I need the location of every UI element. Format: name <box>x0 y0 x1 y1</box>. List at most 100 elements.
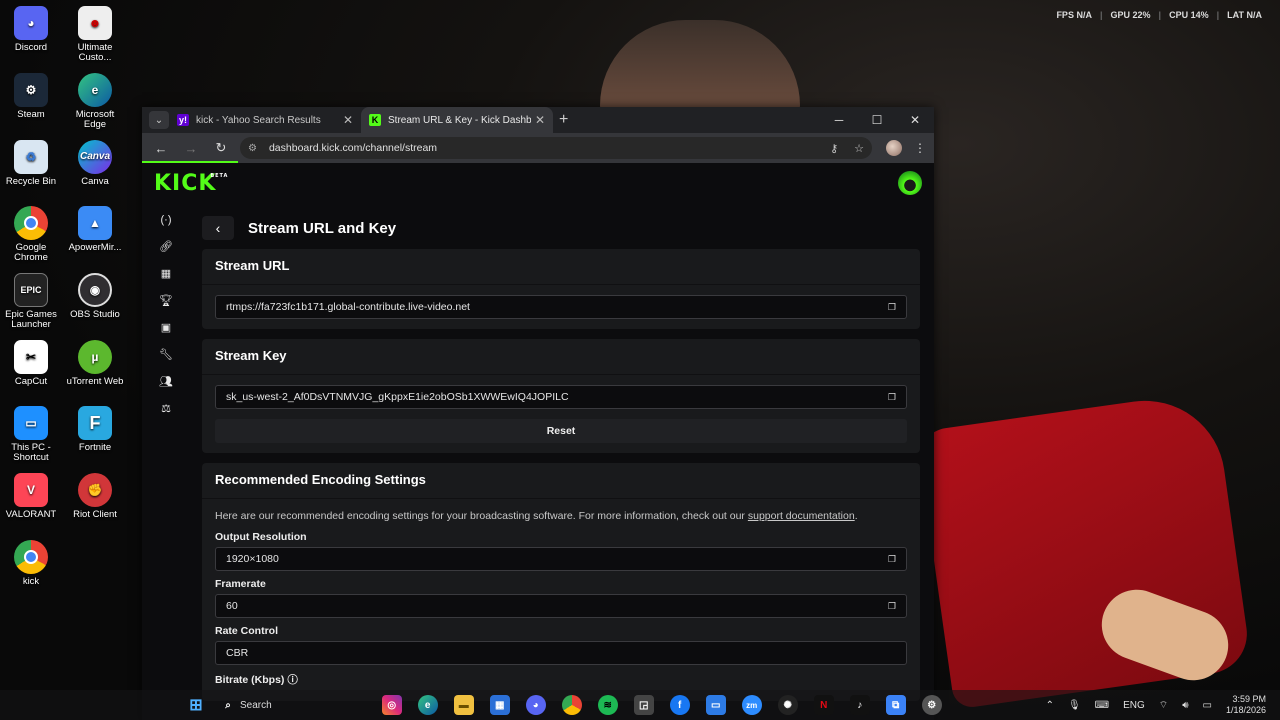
reload-icon[interactable]: ↻ <box>210 140 232 156</box>
riot-client-icon: ✊ <box>78 473 112 507</box>
field-label: Bitrate (Kbps) ⓘ <box>215 674 298 686</box>
desktop-icon-discord[interactable]: ◕ Discord <box>0 6 62 53</box>
steam-icon: ⚙ <box>14 73 48 107</box>
tab-yahoo-search[interactable]: y! kick - Yahoo Search Results ✕ <box>169 107 361 133</box>
close-icon[interactable]: ✕ <box>343 113 353 127</box>
page-heading: ‹ Stream URL and Key <box>202 209 920 247</box>
stream-url-field[interactable]: rtmps://fa723fc1b171.global-contribute.l… <box>215 295 907 319</box>
profile-avatar[interactable] <box>886 140 902 156</box>
snipping-tool-icon[interactable]: ⧉ <box>885 695 906 715</box>
desktop-icon-epic-games[interactable]: EPIC Epic Games Launcher <box>0 273 62 330</box>
maximize-button[interactable]: ☐ <box>858 107 896 133</box>
keyboard-icon[interactable]: ⌨ <box>1095 700 1109 711</box>
encoding-description: Here are our recommended encoding settin… <box>215 510 858 522</box>
forward-arrow-icon[interactable]: → <box>180 141 202 156</box>
community-icon[interactable]: 👥︎ <box>152 371 180 392</box>
copy-icon[interactable]: ❐ <box>888 554 896 565</box>
user-avatar[interactable] <box>898 171 922 195</box>
desktop-icon-edge[interactable]: e Microsoft Edge <box>64 73 126 130</box>
desktop-icon-riot-client[interactable]: ✊ Riot Client <box>64 473 126 520</box>
store-icon[interactable]: ▦ <box>489 695 510 715</box>
desktop-icon-apowermirror[interactable]: ▲ ApowerMir... <box>64 206 126 253</box>
new-tab-button[interactable]: + <box>559 111 568 129</box>
desktop-icon-chrome[interactable]: Google Chrome <box>0 206 62 263</box>
screen-icon[interactable]: ▭ <box>705 695 726 715</box>
language-indicator[interactable]: ENG <box>1123 700 1145 711</box>
desktop-icon-steam[interactable]: ⚙ Steam <box>0 73 62 120</box>
bookmark-star-icon[interactable]: ☆ <box>854 142 864 155</box>
trophy-icon[interactable]: 🏆︎ <box>152 290 180 311</box>
windows-start-icon[interactable]: ⊞ <box>186 695 206 715</box>
moderation-icon[interactable]: ⚖ <box>152 398 180 419</box>
taskbar-search[interactable]: Search <box>240 700 272 711</box>
back-button[interactable]: ‹ <box>202 216 234 240</box>
desktop-icon-ultimate-custom[interactable]: ☻ Ultimate Custo... <box>64 6 126 63</box>
chatgpt-icon[interactable]: ✺ <box>777 695 798 715</box>
desktop-icon-canva[interactable]: Canva Canva <box>64 140 126 187</box>
more-menu-icon[interactable]: ⋮ <box>914 141 926 155</box>
clock[interactable]: 3:59 PM 1/18/2026 <box>1226 694 1266 716</box>
desktop-icon-this-pc[interactable]: ▭ This PC - Shortcut <box>0 406 62 463</box>
rate-control-field[interactable]: CBR <box>215 641 907 665</box>
instagram-icon[interactable]: ◎ <box>381 695 402 715</box>
search-icon[interactable]: ⌕ <box>218 695 238 715</box>
cast-icon[interactable]: ◲ <box>633 695 654 715</box>
copy-icon[interactable]: ❐ <box>888 392 896 403</box>
stream-key-card: Stream Key sk_us-west-2_Af0DsVTNMVJG_gKp… <box>202 339 920 453</box>
tab-stream-url-key[interactable]: K Stream URL & Key - Kick Dashb ✕ <box>361 107 553 133</box>
desktop-icon-valorant[interactable]: V VALORANT <box>0 473 62 520</box>
discord-icon[interactable]: ◕ <box>525 695 546 715</box>
address-bar[interactable]: ⚙ dashboard.kick.com/channel/stream ⚷ ☆ <box>240 137 872 159</box>
desktop-icon-kick[interactable]: kick <box>0 540 62 587</box>
chevron-down-icon: ⌄ <box>154 114 164 126</box>
kick-logo[interactable]: KICK BETA <box>154 171 227 196</box>
output-resolution-field[interactable]: 1920×1080 ❐ <box>215 547 907 571</box>
tiktok-icon[interactable]: ♪ <box>849 695 870 715</box>
stream-key-field[interactable]: sk_us-west-2_Af0DsVTNMVJG_gKppxE1ie2obOS… <box>215 385 907 409</box>
field-label: Output Resolution <box>215 531 307 543</box>
analytics-icon[interactable]: ▦ <box>152 263 180 284</box>
desktop-icon-utorrent[interactable]: µ uTorrent Web <box>64 340 126 387</box>
copy-icon[interactable]: ❐ <box>888 601 896 612</box>
microphone-icon[interactable]: 🎙︎ <box>1068 700 1081 711</box>
close-window-button[interactable]: ✕ <box>896 107 934 133</box>
kick-dashboard-page: KICK BETA (·) 🔗︎ ▦ 🏆︎ ▣ 🔧︎ 👥︎ ⚖ ‹ Stream … <box>142 163 934 720</box>
zoom-icon[interactable]: zm <box>741 695 762 715</box>
support-documentation-link[interactable]: support documentation <box>748 510 855 522</box>
copy-icon[interactable]: ❐ <box>888 302 896 313</box>
link-icon[interactable]: 🔗︎ <box>152 236 180 257</box>
framerate-field[interactable]: 60 ❐ <box>215 594 907 618</box>
chevron-up-icon[interactable]: ⌃ <box>1046 700 1054 711</box>
file-explorer-icon[interactable]: ▬ <box>453 695 474 715</box>
kick-topbar: KICK BETA <box>142 163 934 203</box>
chrome-icon[interactable] <box>561 695 582 715</box>
reset-button[interactable]: Reset <box>215 419 907 443</box>
chevron-left-icon: ‹ <box>215 220 221 236</box>
site-info-icon[interactable]: ⚙ <box>248 143 257 154</box>
tab-search-button[interactable]: ⌄ <box>149 111 169 129</box>
close-icon[interactable]: ✕ <box>535 113 545 127</box>
desktop-icon-obs[interactable]: ◉ OBS Studio <box>64 273 126 320</box>
settings-icon[interactable]: ⚙ <box>921 695 942 715</box>
netflix-icon[interactable]: N <box>813 695 834 715</box>
edge-icon[interactable]: e <box>417 695 438 715</box>
browser-window: ⌄ y! kick - Yahoo Search Results ✕ K Str… <box>142 107 934 720</box>
wrench-icon[interactable]: 🔧︎ <box>152 344 180 365</box>
desktop-icon-capcut[interactable]: ✂ CapCut <box>0 340 62 387</box>
battery-icon[interactable]: ▭ <box>1203 700 1212 711</box>
card-title: Stream URL <box>202 249 920 285</box>
wifi-icon[interactable]: ⌔ <box>1159 699 1168 712</box>
card-title: Stream Key <box>202 339 920 375</box>
minimize-button[interactable]: ─ <box>820 107 858 133</box>
volume-icon[interactable]: 🔊︎ <box>1182 700 1188 711</box>
desktop-icon-fortnite[interactable]: F Fortnite <box>64 406 126 453</box>
desktop-icon-recycle-bin[interactable]: ♻ Recycle Bin <box>0 140 62 187</box>
performance-overlay: FPS N/A | GPU 22% | CPU 14% | LAT N/A <box>1056 10 1262 20</box>
stream-broadcast-icon[interactable]: (·) <box>152 209 180 230</box>
spotify-icon[interactable]: ≋ <box>597 695 618 715</box>
password-key-icon[interactable]: ⚷ <box>830 142 838 155</box>
video-icon[interactable]: ▣ <box>152 317 180 338</box>
back-arrow-icon[interactable]: ← <box>150 141 172 156</box>
facebook-icon[interactable]: f <box>669 695 690 715</box>
lat-value: N/A <box>1246 10 1263 20</box>
